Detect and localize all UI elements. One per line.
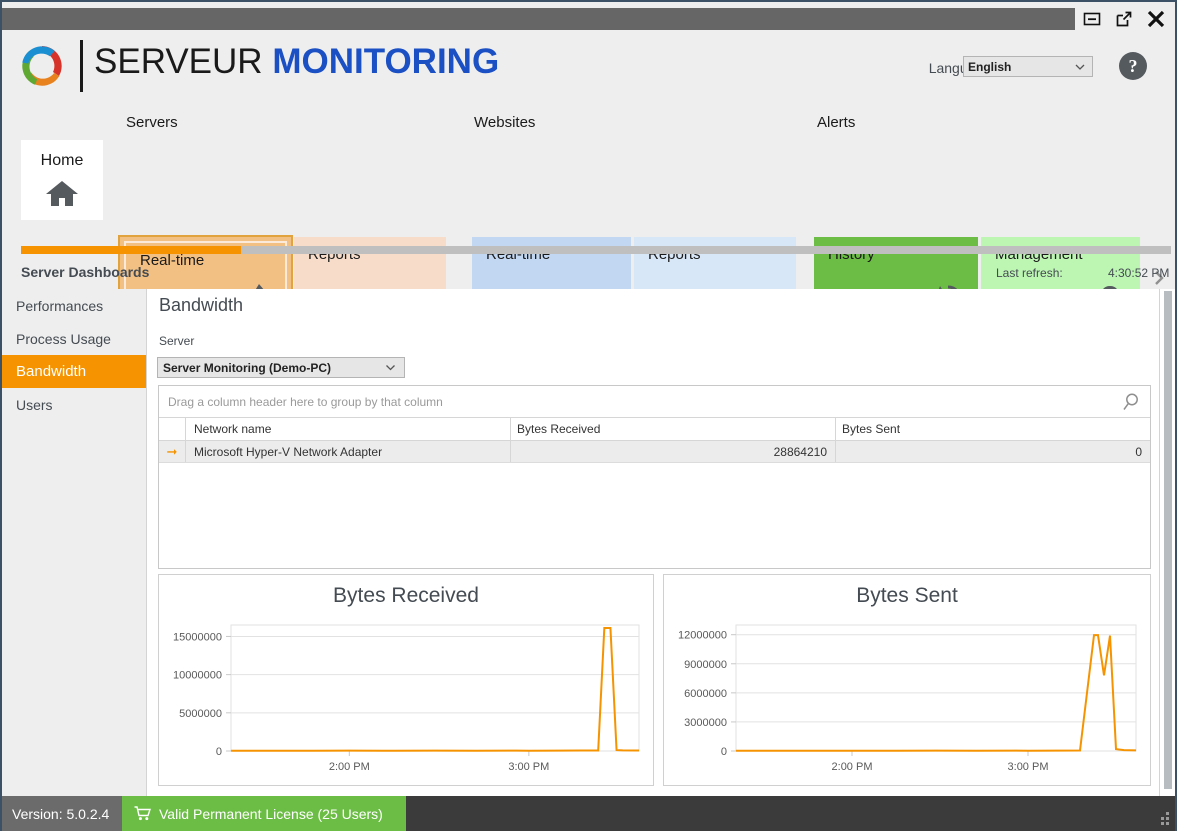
tile-home[interactable]: Home [21, 140, 103, 220]
brand-second: MONITORING [272, 42, 499, 81]
grid-header-row: Network name Bytes Received Bytes Sent [159, 418, 1150, 441]
nav-scrollbar-thumb[interactable] [21, 246, 241, 254]
sidebar-item-performances[interactable]: Performances [2, 289, 146, 322]
svg-text:6000000: 6000000 [684, 688, 727, 700]
chart-bytes-sent: Bytes Sent 0 3000000 6000000 9000000 1200000… [663, 574, 1151, 786]
server-select-value: Server Monitoring (Demo-PC) [163, 361, 331, 375]
status-bar: Version: 5.0.2.4 Valid Permanent License… [2, 796, 1177, 831]
row-arrow-icon: ➞ [159, 441, 186, 462]
brand-first: SERVEUR [94, 42, 263, 81]
sidebar-item-process-usage[interactable]: Process Usage [2, 322, 146, 355]
cell-bytes-received: 28864210 [511, 441, 836, 462]
chevron-down-icon [1074, 61, 1086, 76]
sidebar-item-bandwidth[interactable]: Bandwidth [2, 355, 146, 388]
home-icon [44, 178, 80, 208]
group-label-websites: Websites [474, 114, 535, 131]
group-label-servers: Servers [126, 114, 178, 131]
sidebar-item-users[interactable]: Users [2, 388, 146, 421]
status-license[interactable]: Valid Permanent License (25 Users) [122, 796, 406, 831]
title-bar [2, 2, 1175, 32]
brand-title: SERVEUR MONITORING [94, 42, 499, 82]
sidebar-item-label: Process Usage [16, 331, 111, 347]
svg-text:12000000: 12000000 [678, 630, 727, 642]
main-content-panel: Bandwidth Server Server Monitoring (Demo… [146, 289, 1159, 796]
last-refresh-label: Last refresh: [996, 266, 1063, 280]
grid-header-indicator [159, 418, 186, 440]
close-icon [1145, 8, 1167, 30]
svg-text:3:00 PM: 3:00 PM [1008, 761, 1049, 773]
svg-text:3000000: 3000000 [684, 717, 727, 729]
group-label-alerts: Alerts [817, 114, 855, 131]
grid-header-bytes-sent[interactable]: Bytes Sent [836, 418, 1150, 440]
sidebar-item-label: Bandwidth [16, 363, 86, 380]
svg-text:9000000: 9000000 [684, 659, 727, 671]
chevron-down-icon [384, 361, 397, 377]
svg-text:2:00 PM: 2:00 PM [832, 761, 873, 773]
svg-text:0: 0 [216, 746, 222, 758]
chart-bytes-sent-plot: 0 3000000 6000000 9000000 12000000 2:00 PM 3:0… [664, 619, 1150, 785]
group-panel[interactable]: Drag a column header here to group by th… [159, 386, 1150, 418]
server-field-label: Server [159, 334, 194, 348]
panel-title: Bandwidth [159, 295, 243, 316]
application-window: SERVEUR MONITORING Language English ? Se… [0, 0, 1177, 831]
group-panel-hint: Drag a column header here to group by th… [168, 395, 443, 409]
close-button[interactable] [1142, 6, 1170, 32]
svg-text:0: 0 [721, 746, 727, 758]
section-header: Server Dashboards Last refresh: 4:30:52 … [2, 258, 1175, 288]
question-mark-icon: ? [1129, 56, 1138, 77]
language-select[interactable]: English [963, 56, 1093, 77]
last-refresh-time: 4:30:52 PM [1108, 266, 1169, 280]
svg-text:2:00 PM: 2:00 PM [329, 761, 370, 773]
grid-header-network-name[interactable]: Network name [186, 418, 511, 440]
table-row[interactable]: ➞ Microsoft Hyper-V Network Adapter 2886… [159, 441, 1150, 463]
search-icon [1120, 391, 1142, 413]
svg-text:15000000: 15000000 [173, 631, 222, 643]
external-link-icon [1114, 9, 1134, 29]
sidebar-item-label: Performances [16, 298, 103, 314]
page-title: Server Dashboards [21, 264, 149, 280]
cell-bytes-sent: 0 [836, 441, 1150, 462]
status-version: Version: 5.0.2.4 [2, 796, 122, 831]
resize-grip-icon[interactable] [1157, 811, 1171, 825]
main-scrollbar-thumb[interactable] [1164, 291, 1172, 789]
server-select[interactable]: Server Monitoring (Demo-PC) [157, 357, 405, 378]
chart-bytes-received: Bytes Received 0 5000000 10000000 15000000 2… [158, 574, 654, 786]
help-button[interactable]: ? [1119, 52, 1147, 80]
tile-home-label: Home [21, 152, 103, 170]
main-scrollbar-track[interactable] [1159, 289, 1175, 796]
dashboard-sidebar: Performances Process Usage Bandwidth Use… [2, 289, 146, 796]
bandwidth-grid: Drag a column header here to group by th… [158, 385, 1151, 569]
title-bar-strip [2, 8, 1075, 30]
grid-header-bytes-received[interactable]: Bytes Received [511, 418, 836, 440]
swirl-logo-icon [15, 40, 69, 92]
cart-icon [134, 806, 151, 821]
svg-text:10000000: 10000000 [173, 670, 222, 682]
logo-divider [80, 40, 83, 92]
nav-scrollbar-track[interactable] [21, 246, 1171, 254]
svg-text:3:00 PM: 3:00 PM [508, 761, 549, 773]
cell-network-name: Microsoft Hyper-V Network Adapter [186, 441, 511, 462]
minimize-button[interactable] [1078, 6, 1106, 32]
minimize-icon [1082, 9, 1102, 29]
sidebar-item-label: Users [16, 397, 53, 413]
language-value: English [968, 60, 1011, 74]
app-header: SERVEUR MONITORING Language English ? [2, 32, 1175, 104]
chart-title: Bytes Received [159, 584, 653, 608]
restore-button[interactable] [1110, 6, 1138, 32]
status-license-label: Valid Permanent License (25 Users) [159, 806, 383, 822]
chart-bytes-received-plot: 0 5000000 10000000 15000000 2:00 PM 3:00 PM [159, 619, 653, 785]
svg-text:5000000: 5000000 [179, 708, 222, 720]
chart-title: Bytes Sent [664, 584, 1150, 608]
tile-navigation: Servers Websites Alerts Home Real-time R… [2, 104, 1175, 238]
search-button[interactable] [1120, 391, 1142, 413]
